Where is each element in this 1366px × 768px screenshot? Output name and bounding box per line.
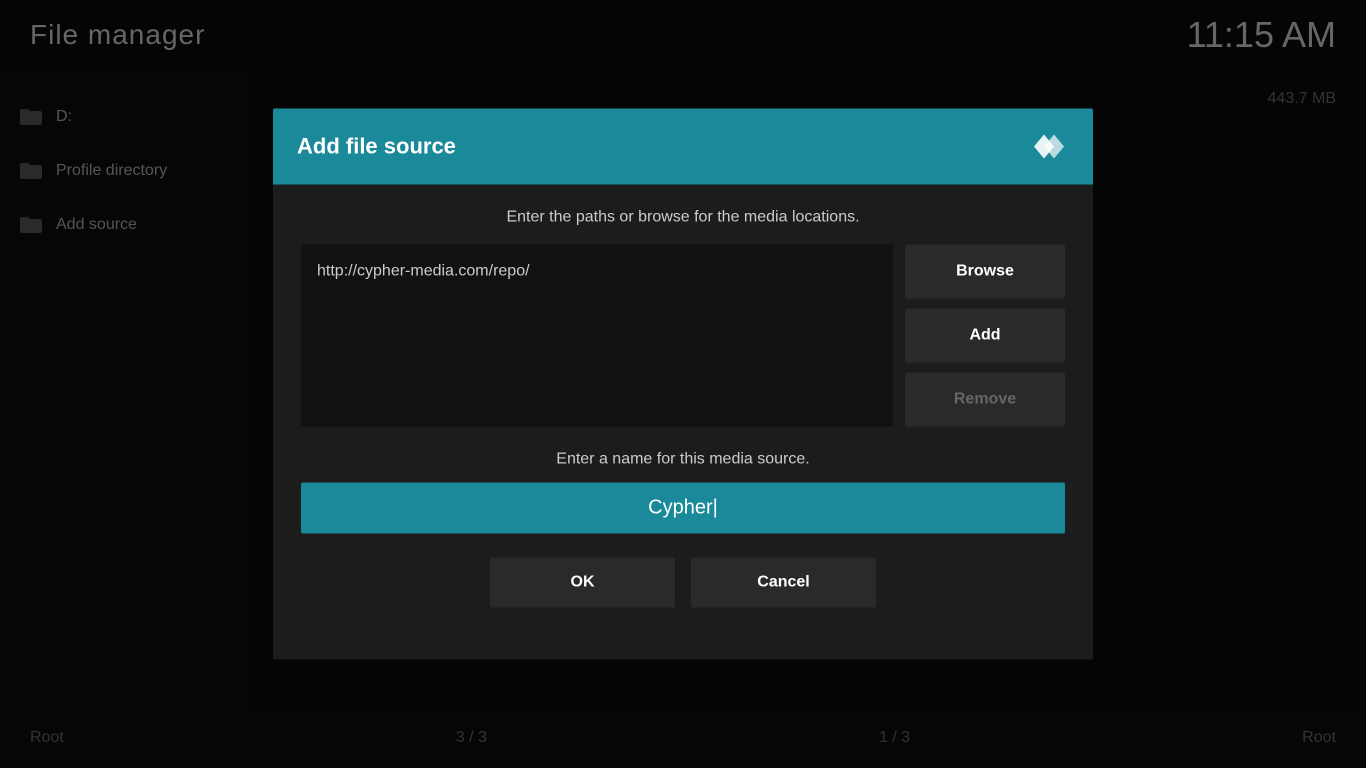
media-source-name-input[interactable]: Cypher| — [301, 483, 1065, 534]
kodi-logo-icon — [1029, 127, 1069, 167]
source-action-buttons: Browse Add Remove — [905, 245, 1065, 427]
dialog-title: Add file source — [297, 134, 456, 160]
source-row: http://cypher-media.com/repo/ Browse Add… — [301, 245, 1065, 427]
ok-button[interactable]: OK — [490, 558, 675, 608]
source-url-text: http://cypher-media.com/repo/ — [317, 261, 530, 283]
paths-instruction: Enter the paths or browse for the media … — [301, 209, 1065, 227]
remove-button[interactable]: Remove — [905, 373, 1065, 427]
source-url-box[interactable]: http://cypher-media.com/repo/ — [301, 245, 893, 427]
add-button[interactable]: Add — [905, 309, 1065, 363]
dialog-footer: OK Cancel — [301, 558, 1065, 636]
add-file-source-dialog: Add file source Enter the paths or brows… — [273, 109, 1093, 660]
dialog-body: Enter the paths or browse for the media … — [273, 185, 1093, 660]
name-value: Cypher| — [648, 497, 718, 519]
name-instruction: Enter a name for this media source. — [301, 451, 1065, 469]
dialog-header: Add file source — [273, 109, 1093, 185]
browse-button[interactable]: Browse — [905, 245, 1065, 299]
cancel-button[interactable]: Cancel — [691, 558, 876, 608]
